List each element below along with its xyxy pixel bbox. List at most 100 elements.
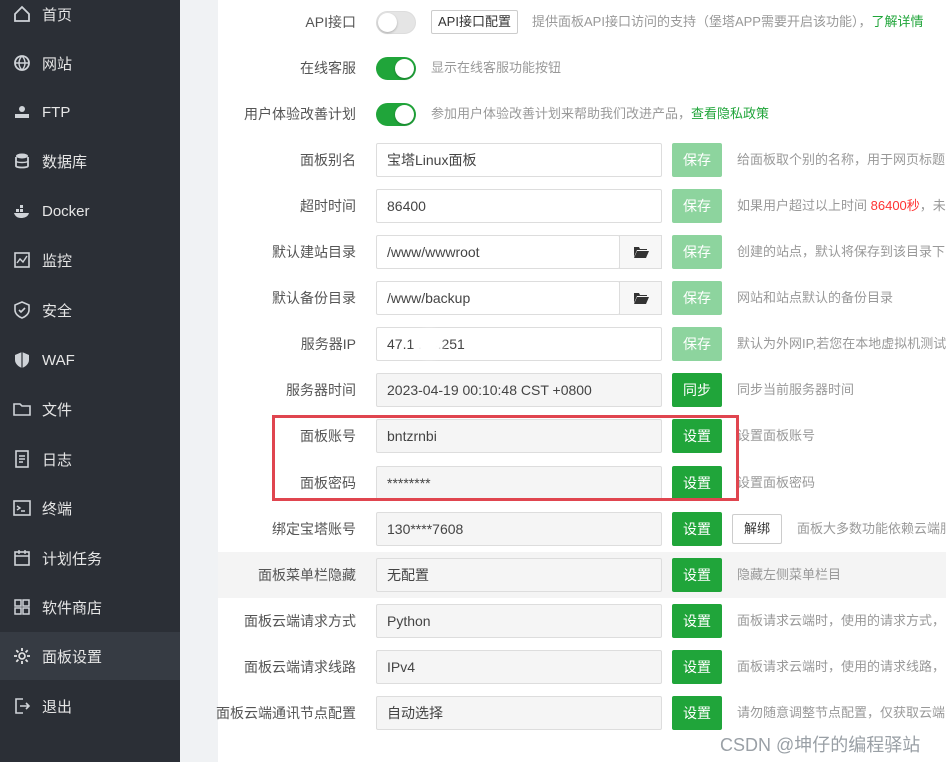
sidebar-item-label: 监控 <box>42 252 73 270</box>
sidebar-item-logout[interactable]: 退出 <box>0 682 180 730</box>
setting-row-menu-hide: 面板菜单栏隐藏 无配置 设置 隐藏左侧菜单栏目 <box>218 552 946 598</box>
sidebar-item-waf[interactable]: WAF <box>0 336 180 384</box>
sidebar-item-website[interactable]: 网站 <box>0 39 180 87</box>
open-folder-button[interactable] <box>619 281 662 315</box>
gear-icon <box>11 645 33 667</box>
setting-hint: 提供面板API接口访问的支持（堡塔APP需要开启该功能），了解详情 <box>532 0 923 45</box>
setting-label: API接口 <box>305 14 356 30</box>
api-toggle[interactable] <box>376 11 416 34</box>
privacy-policy-link[interactable]: 查看隐私政策 <box>691 106 769 121</box>
set-cloud-line-button[interactable]: 设置 <box>672 650 722 684</box>
sidebar-item-logs[interactable]: 日志 <box>0 435 180 483</box>
setting-row-server-time: 服务器时间 2023-04-19 00:10:48 CST +0800 同步 同… <box>218 367 946 413</box>
open-folder-button[interactable] <box>619 235 662 269</box>
setting-row-cloud-method: 面板云端请求方式 Python 设置 面板请求云端时，使用的请求方式， <box>218 598 946 644</box>
setting-label: 面板云端请求方式 <box>244 613 356 629</box>
setting-label: 默认建站目录 <box>272 244 356 260</box>
setting-hint: 如果用户超过以上时间 86400秒，未 <box>737 183 946 229</box>
sidebar-item-store[interactable]: 软件商店 <box>0 583 180 631</box>
save-button[interactable]: 保存 <box>672 143 722 177</box>
sidebar-item-terminal[interactable]: 终端 <box>0 484 180 532</box>
set-menu-hide-button[interactable]: 设置 <box>672 558 722 592</box>
timeout-input[interactable]: 86400 <box>376 189 662 223</box>
waf-shield-icon <box>11 349 33 371</box>
setting-hint: 同步当前服务器时间 <box>737 382 855 397</box>
setting-row-server-ip: 服务器IP 47.1 .64.251 保存 默认为外网IP,若您在本地虚拟机测试 <box>218 321 946 367</box>
api-details-link[interactable]: 了解详情 <box>871 14 923 29</box>
setting-hint: 面板请求云端时，使用的请求线路， <box>737 659 946 674</box>
setting-label: 服务器IP <box>300 336 356 352</box>
ux-plan-toggle[interactable] <box>376 103 416 126</box>
ip-redaction <box>421 336 437 352</box>
server-ip-input[interactable]: 47.1 .64.251 <box>376 327 662 361</box>
api-config-button[interactable]: API接口配置 <box>431 10 518 34</box>
bind-account-button[interactable]: 设置 <box>672 512 722 546</box>
sidebar-item-label: 退出 <box>42 698 73 716</box>
sidebar-item-monitor[interactable]: 监控 <box>0 236 180 284</box>
sidebar-item-label: WAF <box>42 351 75 369</box>
setting-label: 服务器时间 <box>286 382 356 398</box>
setting-hint: 请勿随意调整节点配置，仅获取云端 <box>737 705 946 720</box>
sidebar-item-files[interactable]: 文件 <box>0 385 180 433</box>
cloud-line-input: IPv4 <box>376 650 662 684</box>
content-gutter <box>180 0 218 762</box>
sidebar-item-label: 首页 <box>42 6 73 24</box>
sidebar-item-docker[interactable]: Docker <box>0 187 180 235</box>
setting-hint: 网站和站点默认的备份目录 <box>737 290 894 305</box>
sidebar-item-label: 日志 <box>42 451 73 469</box>
setting-hint: 面板请求云端时，使用的请求方式， <box>737 613 946 628</box>
save-button[interactable]: 保存 <box>672 189 722 223</box>
setting-hint: 面板大多数功能依赖云端服 <box>797 521 946 536</box>
folder-icon <box>11 398 33 420</box>
panel-alias-input[interactable]: 宝塔Linux面板 <box>376 143 662 177</box>
docker-icon <box>11 200 33 222</box>
cloud-node-input: 自动选择 <box>376 696 662 730</box>
sidebar-item-label: 网站 <box>42 55 73 73</box>
watermark: CSDN @坤仔的编程驿站 <box>720 735 921 755</box>
set-cloud-method-button[interactable]: 设置 <box>672 604 722 638</box>
setting-row-bt-account: 绑定宝塔账号 130****7608 设置 解绑 面板大多数功能依赖云端服 <box>218 506 946 552</box>
menu-hide-input: 无配置 <box>376 558 662 592</box>
globe-icon <box>11 52 33 74</box>
setting-label: 用户体验改善计划 <box>244 106 356 122</box>
toggle-knob <box>395 105 414 124</box>
sidebar-item-panel-settings[interactable]: 面板设置 <box>0 632 180 680</box>
setting-row-online-service: 在线客服 显示在线客服功能按钮 <box>218 45 946 91</box>
setting-label: 面板云端通讯节点配置 <box>216 705 356 721</box>
online-service-toggle[interactable] <box>376 57 416 80</box>
setting-row-cloud-line: 面板云端请求线路 IPv4 设置 面板请求云端时，使用的请求线路， <box>218 644 946 690</box>
bt-account-input: 130****7608 <box>376 512 662 546</box>
save-button[interactable]: 保存 <box>672 281 722 315</box>
save-button[interactable]: 保存 <box>672 327 722 361</box>
setting-label: 超时时间 <box>300 198 356 214</box>
setting-label: 绑定宝塔账号 <box>272 521 356 537</box>
hint-text: 提供面板API接口访问的支持（堡塔APP需要开启该功能）， <box>532 14 872 29</box>
sync-time-button[interactable]: 同步 <box>672 373 722 407</box>
unbind-account-button[interactable]: 解绑 <box>732 514 782 544</box>
sidebar-item-database[interactable]: 数据库 <box>0 137 180 185</box>
sidebar-item-label: Docker <box>42 202 90 220</box>
highlight-box <box>272 415 739 501</box>
calendar-icon <box>11 547 33 569</box>
sidebar-item-cron[interactable]: 计划任务 <box>0 534 180 582</box>
hint-text: 如果用户超过以上时间 <box>737 198 871 213</box>
sidebar-item-security[interactable]: 安全 <box>0 286 180 334</box>
toggle-knob <box>378 13 397 32</box>
set-cloud-node-button[interactable]: 设置 <box>672 696 722 730</box>
monitor-icon <box>11 249 33 271</box>
site-dir-input[interactable]: /www/wwwroot <box>376 235 620 269</box>
timeout-value-highlight: 86400秒 <box>870 198 920 213</box>
setting-row-panel-alias: 面板别名 宝塔Linux面板 保存 给面板取个别的名称，用于网页标题 <box>218 137 946 183</box>
setting-label: 面板云端请求线路 <box>244 659 356 675</box>
sidebar-item-ftp[interactable]: FTP <box>0 88 180 136</box>
sidebar-item-home[interactable]: 首页 <box>0 0 180 38</box>
sidebar-item-label: 终端 <box>42 500 73 518</box>
setting-label: 在线客服 <box>300 60 356 76</box>
home-icon <box>11 3 33 25</box>
apps-grid-icon <box>11 596 33 618</box>
setting-row-api: API接口 API接口配置 提供面板API接口访问的支持（堡塔APP需要开启该功… <box>218 0 946 45</box>
database-icon <box>11 150 33 172</box>
backup-dir-input[interactable]: /www/backup <box>376 281 620 315</box>
toggle-knob <box>395 59 414 78</box>
save-button[interactable]: 保存 <box>672 235 722 269</box>
